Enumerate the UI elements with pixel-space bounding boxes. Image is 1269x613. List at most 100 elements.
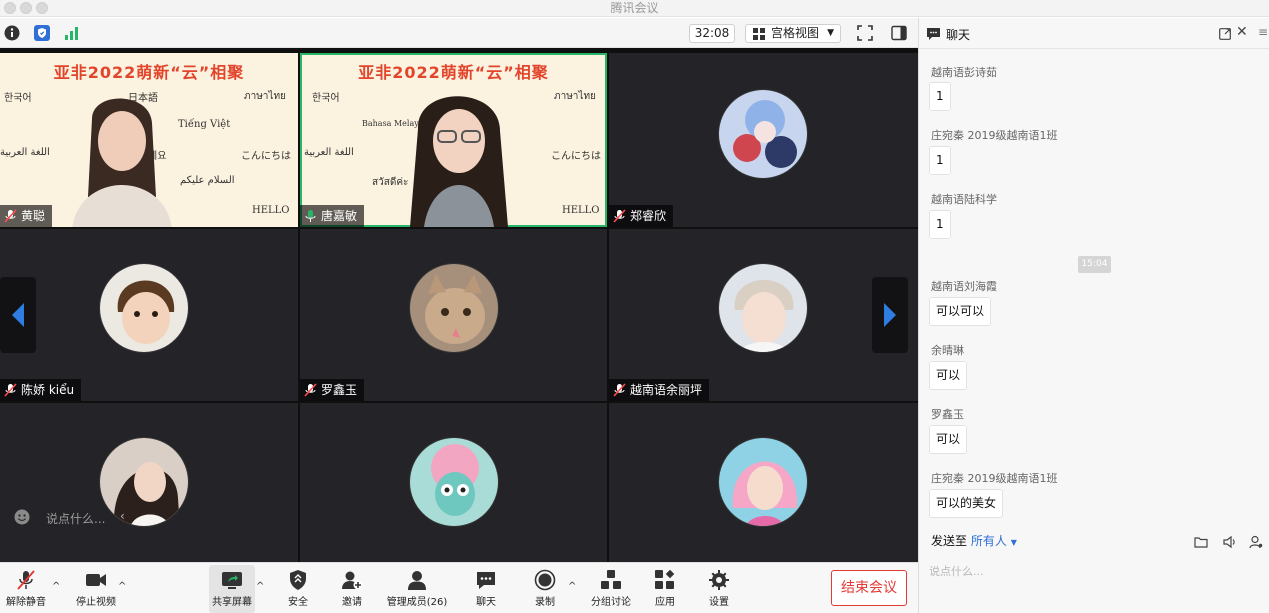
- chevron-up-icon[interactable]: ^: [52, 581, 60, 592]
- slide-word: Tiếng Việt: [178, 119, 231, 130]
- chevron-left-icon: ‹: [120, 509, 125, 523]
- participant-name-tag: 唐嘉敏: [300, 205, 365, 227]
- record-icon: [534, 569, 556, 591]
- avatar: [409, 437, 499, 527]
- apps-label: 应用: [655, 597, 675, 608]
- video-tile[interactable]: [609, 403, 918, 562]
- prev-page-button[interactable]: [0, 277, 36, 353]
- video-tile[interactable]: 郑睿欣: [609, 53, 918, 227]
- emoji-icon[interactable]: [14, 509, 30, 525]
- chat-sender: 罗鑫玉: [931, 408, 964, 421]
- chat-message: 1: [929, 146, 951, 175]
- end-meeting-button[interactable]: 结束会议: [831, 570, 907, 606]
- slide-word: اللغة العربية: [0, 147, 50, 158]
- user-settings-icon[interactable]: [1249, 535, 1263, 549]
- chevron-down-icon: ▼: [827, 28, 834, 38]
- chevron-left-icon: [12, 303, 24, 327]
- members-icon: [408, 571, 426, 590]
- chat-timestamp: 15:04: [1078, 256, 1111, 273]
- breakout-rooms-button[interactable]: 分组讨论: [588, 565, 634, 613]
- participant-name: 唐嘉敏: [321, 209, 358, 223]
- add-user-icon: [342, 571, 363, 590]
- share-screen-button[interactable]: 共享屏幕: [209, 565, 255, 613]
- apps-button[interactable]: 应用: [645, 565, 685, 613]
- manage-members-button[interactable]: 管理成员(26): [386, 565, 448, 613]
- folder-icon[interactable]: [1194, 535, 1208, 549]
- avatar: [409, 263, 499, 353]
- next-page-button[interactable]: [872, 277, 908, 353]
- security-label: 安全: [288, 597, 308, 608]
- title-bar: 腾讯会议: [0, 0, 1269, 17]
- participant-name: 越南语余丽坪: [630, 383, 703, 397]
- video-tile[interactable]: 陈娇 kiểu: [0, 229, 298, 401]
- invite-button[interactable]: 邀请: [332, 565, 372, 613]
- settings-label: 设置: [709, 597, 729, 608]
- chat-message: 可以: [929, 425, 968, 454]
- video-tile-active-speaker[interactable]: 亚非2022萌新“云”相聚 한국어 ภาษาไทย Bahasa Melayu …: [300, 53, 607, 227]
- inline-chat-input[interactable]: 说点什么... ‹: [12, 503, 132, 531]
- mic-muted-icon: [304, 383, 317, 397]
- slide-word: 한국어: [312, 93, 340, 104]
- chat-sender: 越南语陆科学: [931, 193, 997, 206]
- menu-icon[interactable]: ≡: [1258, 25, 1268, 39]
- participant-name-tag: 罗鑫玉: [300, 379, 365, 401]
- participant-name-tag: 越南语余丽坪: [609, 379, 710, 401]
- chat-header: 聊天 ✕ ≡: [919, 18, 1269, 49]
- signal-icon[interactable]: [64, 25, 80, 41]
- slide-word: السلام عليكم: [180, 175, 235, 186]
- manage-members-label: 管理成员(26): [386, 597, 448, 608]
- invite-label: 邀请: [342, 597, 362, 608]
- chevron-up-icon[interactable]: ^: [568, 581, 576, 592]
- breakout-icon: [601, 570, 621, 589]
- settings-button[interactable]: 设置: [699, 565, 739, 613]
- video-tile[interactable]: [0, 403, 298, 562]
- record-button[interactable]: 录制: [525, 565, 565, 613]
- stop-video-button[interactable]: 停止视频: [72, 565, 120, 613]
- security-button[interactable]: 安全: [278, 565, 318, 613]
- chevron-down-icon: ▼: [1010, 538, 1017, 547]
- unmute-button[interactable]: 解除静音: [4, 565, 48, 613]
- view-mode-dropdown[interactable]: 宫格视图 ▼: [745, 24, 841, 43]
- chat-sender: 庄宛秦 2019级越南语1班: [931, 129, 1058, 142]
- chat-sender: 庄宛秦 2019级越南语1班: [931, 472, 1058, 485]
- chat-message: 1: [929, 82, 951, 111]
- speaker-icon[interactable]: [1223, 535, 1237, 549]
- avatar: [718, 263, 808, 353]
- meeting-timer: 32:08: [689, 24, 735, 43]
- video-tile[interactable]: 罗鑫玉: [300, 229, 607, 401]
- participant-video: [72, 98, 172, 227]
- chat-input[interactable]: 说点什么...: [929, 563, 984, 579]
- apps-icon: [655, 569, 675, 589]
- avatar: [99, 263, 189, 353]
- info-icon[interactable]: [4, 25, 20, 41]
- view-mode-label: 宫格视图: [771, 26, 820, 40]
- send-to-selector[interactable]: 发送至 所有人 ▼: [931, 532, 1017, 549]
- video-camera-icon: [86, 574, 106, 586]
- mic-muted-icon: [4, 209, 17, 223]
- send-to-target[interactable]: 所有人: [971, 534, 1007, 548]
- chevron-up-icon[interactable]: ^: [118, 581, 126, 592]
- shield-icon[interactable]: [34, 25, 50, 41]
- pop-out-icon[interactable]: [1219, 28, 1231, 40]
- participant-video: [410, 96, 508, 227]
- slide-word: اللغة العربية: [304, 147, 354, 158]
- share-screen-icon: [222, 572, 242, 589]
- side-panel-icon[interactable]: [891, 25, 907, 41]
- fullscreen-icon[interactable]: [857, 25, 873, 41]
- chevron-up-icon[interactable]: ^: [256, 581, 264, 592]
- mic-muted-icon: [17, 570, 35, 590]
- chat-icon: [477, 572, 495, 589]
- shield-icon: [290, 570, 306, 590]
- chat-button[interactable]: 聊天: [466, 565, 506, 613]
- chat-message: 可以: [929, 361, 968, 390]
- close-icon[interactable]: ✕: [1236, 24, 1248, 40]
- participant-name: 罗鑫玉: [321, 383, 358, 397]
- chevron-right-icon: [884, 303, 896, 327]
- video-toolbar: 32:08 宫格视图 ▼: [0, 18, 918, 48]
- video-tile[interactable]: [300, 403, 607, 562]
- video-tile[interactable]: 亚非2022萌新“云”相聚 한국어 日本語 ภาษาไทย Tiếng Việt…: [0, 53, 298, 227]
- chat-title: 聊天: [946, 28, 971, 42]
- chat-message: 1: [929, 210, 951, 239]
- participant-name: 黄聪: [21, 209, 46, 223]
- record-label: 录制: [535, 597, 555, 608]
